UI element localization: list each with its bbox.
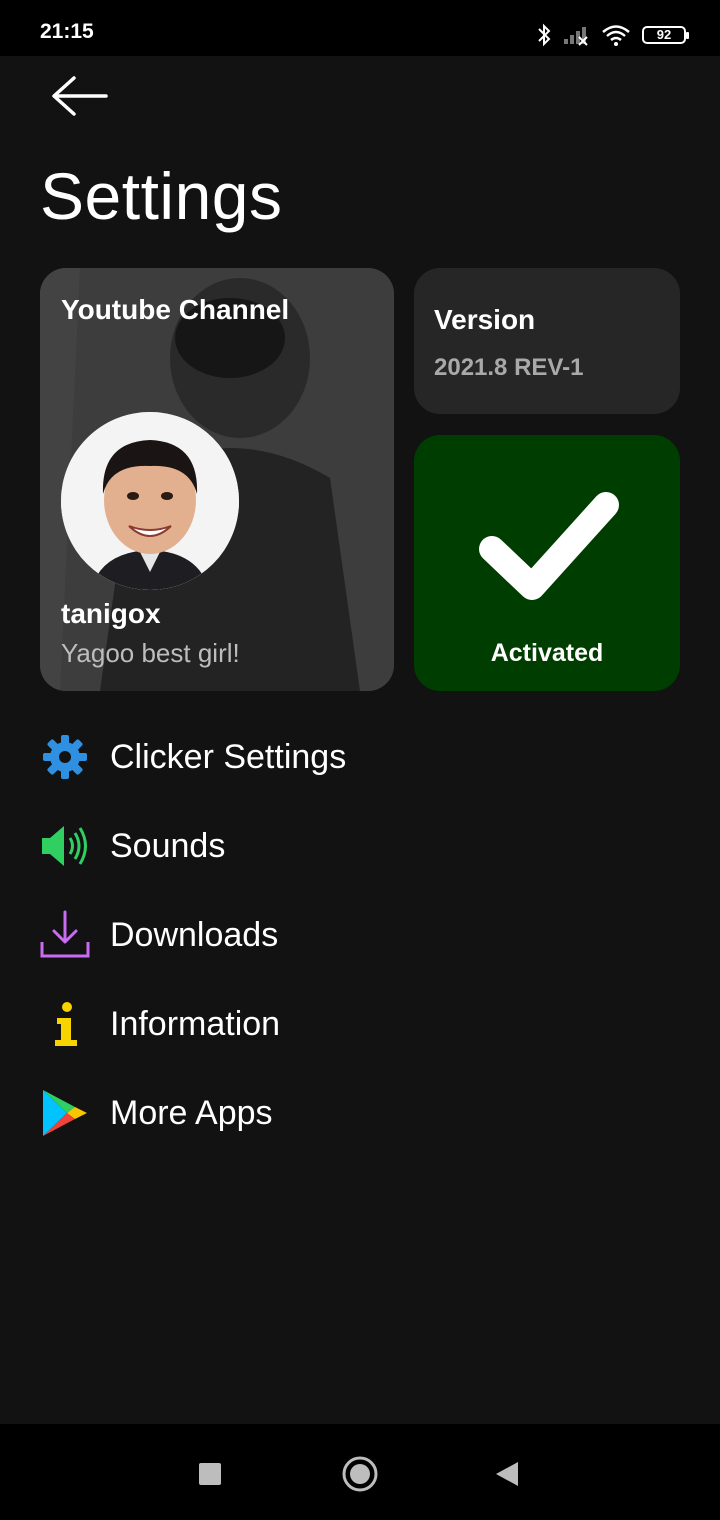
menu-item-label: More Apps bbox=[110, 1093, 273, 1132]
status-icons: 92 bbox=[536, 20, 689, 50]
gear-icon bbox=[40, 732, 90, 782]
version-label: Version bbox=[434, 304, 536, 335]
menu-item-label: Clicker Settings bbox=[110, 737, 347, 776]
menu-item-downloads[interactable]: Downloads bbox=[40, 895, 680, 975]
home-button[interactable] bbox=[340, 1454, 380, 1494]
play-store-icon bbox=[40, 1088, 90, 1138]
version-card: Version 2021.8 REV-1 bbox=[414, 268, 680, 414]
menu-item-label: Downloads bbox=[110, 915, 279, 954]
back-nav-button[interactable] bbox=[488, 1454, 528, 1494]
download-icon bbox=[40, 910, 90, 960]
channel-subtitle: Yagoo best girl! bbox=[61, 638, 240, 668]
menu-item-sounds[interactable]: Sounds bbox=[40, 806, 680, 886]
recents-button[interactable] bbox=[190, 1454, 230, 1494]
avatar-photo bbox=[61, 412, 239, 590]
arrow-left-icon bbox=[52, 76, 108, 116]
page-title: Settings bbox=[40, 159, 283, 233]
menu-item-information[interactable]: Information bbox=[40, 984, 680, 1064]
status-bar: 21:15 92 bbox=[0, 0, 720, 56]
battery-level: 92 bbox=[656, 27, 672, 42]
circle-icon bbox=[342, 1456, 378, 1492]
version-value: 2021.8 REV-1 bbox=[434, 354, 584, 381]
triangle-back-icon bbox=[496, 1462, 518, 1486]
activation-status: Activated bbox=[490, 639, 604, 667]
battery-indicator: 92 bbox=[642, 26, 689, 44]
menu-item-label: Sounds bbox=[110, 826, 226, 865]
info-icon bbox=[40, 999, 90, 1049]
avatar bbox=[61, 412, 239, 590]
navigation-bar bbox=[0, 1424, 720, 1520]
menu-item-more-apps[interactable]: More Apps bbox=[40, 1073, 680, 1153]
channel-name: tanigox bbox=[61, 598, 161, 629]
back-button[interactable] bbox=[48, 70, 112, 122]
menu-item-label: Information bbox=[110, 1004, 281, 1043]
status-time: 21:15 bbox=[40, 20, 94, 43]
square-icon bbox=[199, 1463, 221, 1485]
signal-icon bbox=[564, 27, 588, 46]
speaker-icon bbox=[40, 821, 90, 871]
checkmark-icon bbox=[479, 492, 619, 600]
bluetooth-icon bbox=[538, 23, 551, 47]
menu-item-clicker-settings[interactable]: Clicker Settings bbox=[40, 717, 680, 797]
wifi-icon bbox=[602, 25, 630, 46]
youtube-channel-title: Youtube Channel bbox=[61, 294, 290, 325]
youtube-channel-card[interactable]: Youtube Channel tanigox Yagoo best girl! bbox=[40, 268, 394, 691]
activation-card[interactable]: Activated bbox=[414, 435, 680, 691]
